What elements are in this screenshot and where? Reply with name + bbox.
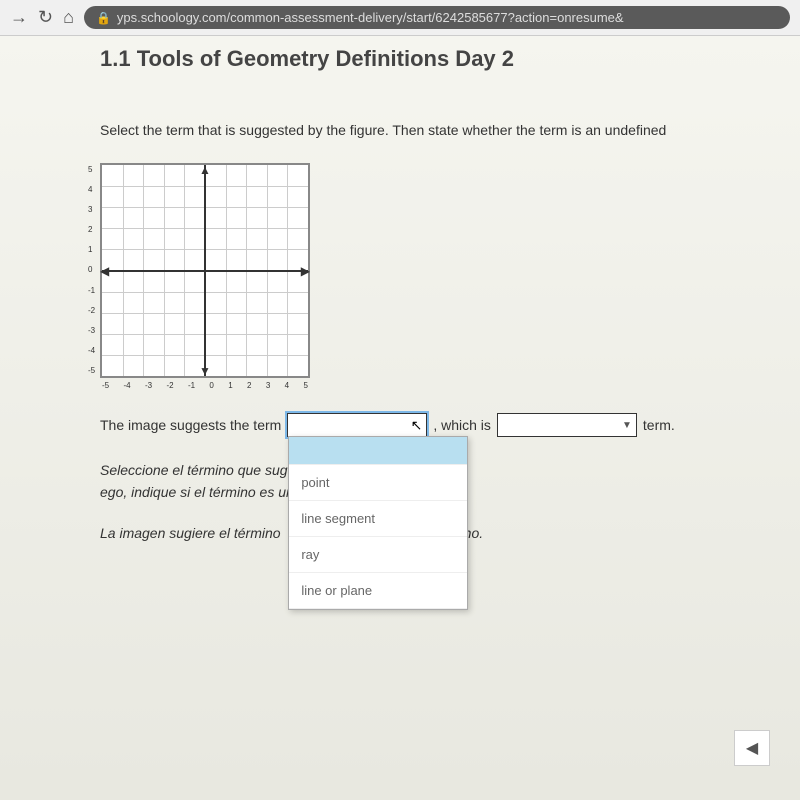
home-icon[interactable]: ⌂ [63,7,74,28]
page-title: 1.1 Tools of Geometry Definitions Day 2 [100,46,700,72]
dropdown-list: point line segment ray line or plane [288,436,468,610]
url-bar[interactable]: 🔒 yps.schoology.com/common-assessment-de… [84,6,790,29]
sentence1-part3: term. [643,417,675,433]
x-axis-labels: -5 -4 -3 -2 -1 0 1 2 3 4 5 [102,381,308,390]
reload-icon[interactable]: ↻ [38,7,53,28]
forward-icon[interactable]: → [10,7,28,28]
content-area: 1.1 Tools of Geometry Definitions Day 2 … [0,36,800,796]
sentence2-part1: Seleccione el término que sug [100,462,288,478]
dropdown-option-point[interactable]: point [289,465,467,501]
prev-button[interactable]: ◀ [734,730,770,766]
sentence3-part1: La imagen sugiere el término [100,525,281,541]
arrow-left-icon: ◀ [100,264,109,278]
x-axis [102,270,308,272]
sentence1-part1: The image suggests the term [100,417,281,433]
question-text: Select the term that is suggested by the… [100,122,700,138]
dropdown-option-line-or-plane[interactable]: line or plane [289,573,467,609]
arrow-down-icon: ▼ [199,364,211,378]
arrow-up-icon: ▲ [199,163,211,177]
y-axis-labels: 5 4 3 2 1 0 -1 -2 -3 -4 -5 [88,165,95,376]
dropdown-option-line-segment[interactable]: line segment [289,501,467,537]
sentence1-part2: , which is [433,417,491,433]
coordinate-graph: ▲ ▼ ◀ ▶ 5 4 3 2 1 0 -1 -2 -3 -4 -5 -5 -4… [100,163,310,378]
cursor-icon: ↖ [411,417,423,434]
dropdown-option-blank[interactable] [289,437,467,465]
arrow-right-icon: ▶ [301,264,310,278]
chevron-left-icon: ◀ [746,738,758,758]
url-text: yps.schoology.com/common-assessment-deli… [117,10,624,25]
lock-icon: 🔒 [96,11,111,25]
dropdown-option-ray[interactable]: ray [289,537,467,573]
answer-sentence-1: The image suggests the term ↖ point line… [100,413,700,437]
browser-toolbar: → ↻ ⌂ 🔒 yps.schoology.com/common-assessm… [0,0,800,36]
chevron-down-icon: ▼ [622,420,632,431]
graph-grid: ▲ ▼ ◀ ▶ [102,165,308,376]
term-dropdown[interactable]: ↖ point line segment ray line or plane [287,413,427,437]
type-dropdown[interactable]: ▼ [497,413,637,437]
